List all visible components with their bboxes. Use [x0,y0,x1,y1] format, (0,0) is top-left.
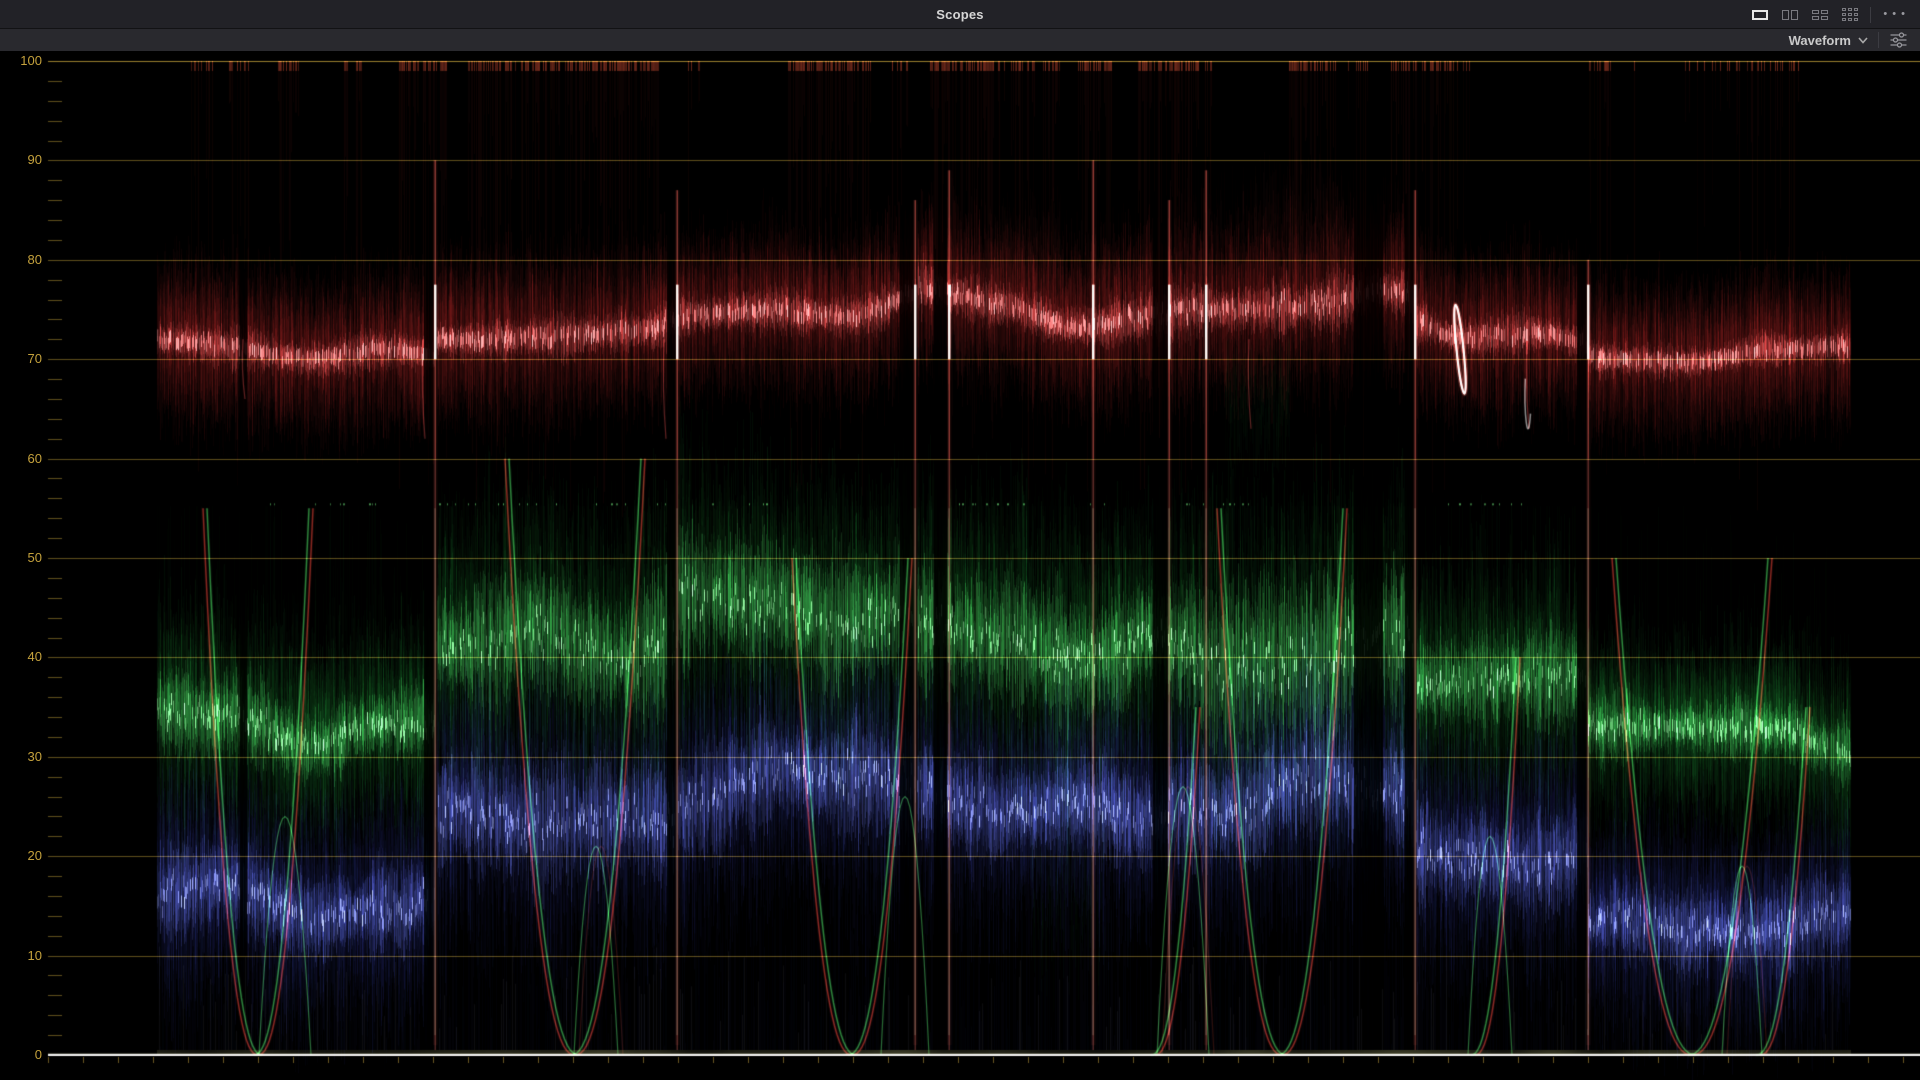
scale-label-30: 30 [4,749,42,765]
view-cell [1782,10,1789,20]
chevron-down-icon [1858,37,1868,44]
view-button-grid-view[interactable] [1842,8,1858,21]
waveform-canvas [0,51,1920,1080]
view-cell [1791,10,1798,20]
view-cell [1842,8,1846,11]
toolbar-separator [1878,32,1879,48]
scale-label-100: 100 [4,53,42,69]
waveform-scope-display: 1009080706050403020100 [0,51,1920,1080]
toolbar-controls: Waveform [1789,29,1908,51]
view-cell [1821,16,1828,20]
scale-label-10: 10 [4,948,42,964]
scope-type-label: Waveform [1789,33,1851,48]
scale-label-20: 20 [4,848,42,864]
scale-label-60: 60 [4,451,42,467]
more-options-button[interactable]: • • • [1883,0,1906,29]
titlebar-separator [1870,7,1871,23]
view-cell [1812,10,1819,14]
scale-label-70: 70 [4,351,42,367]
scope-toolbar: Waveform [0,29,1920,51]
view-button-four-up-view[interactable] [1812,10,1828,20]
scale-label-80: 80 [4,252,42,268]
scale-label-0: 0 [4,1047,42,1063]
view-cell [1848,13,1852,16]
scope-type-dropdown[interactable]: Waveform [1789,33,1868,48]
view-button-two-up-view[interactable] [1782,10,1798,20]
scope-settings-button[interactable] [1889,32,1908,48]
scale-label-50: 50 [4,550,42,566]
titlebar-controls: • • • [1752,0,1906,29]
view-cell [1842,13,1846,16]
view-cell [1854,13,1858,16]
view-cell [1854,18,1858,21]
sliders-icon [1889,32,1908,48]
view-cell [1848,8,1852,11]
scale-label-90: 90 [4,152,42,168]
view-cell [1854,8,1858,11]
window-title: Scopes [936,0,983,29]
view-cell [1821,10,1828,14]
view-cell [1848,18,1852,21]
view-layout-buttons [1752,8,1858,21]
view-cell [1752,10,1768,20]
view-cell [1812,16,1819,20]
view-button-single-view[interactable] [1752,10,1768,20]
view-cell [1842,18,1846,21]
scale-label-40: 40 [4,649,42,665]
titlebar: Scopes • • • [0,0,1920,29]
